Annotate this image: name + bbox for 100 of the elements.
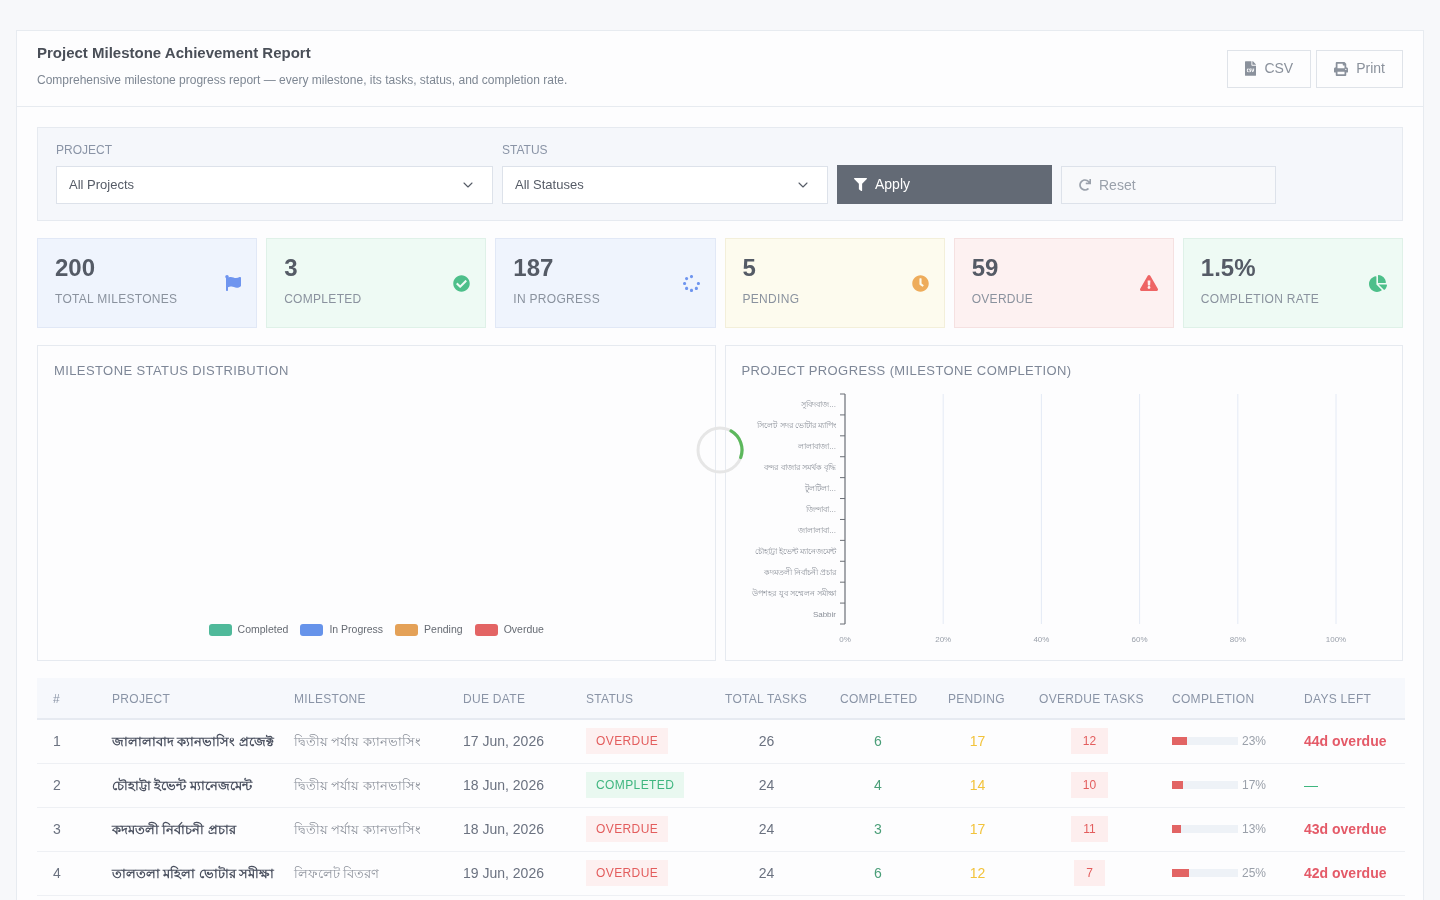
row-number: 2 xyxy=(53,777,61,793)
axis-label: লালাবাজা... xyxy=(797,442,836,452)
axis-label: জালালাবা... xyxy=(797,525,836,535)
milestone-name: দ্বিতীয় পর্যায় ক্যানভাসিং xyxy=(294,735,421,750)
print-button[interactable]: Print xyxy=(1316,49,1403,88)
days-left-text: 42d overdue xyxy=(1304,865,1387,881)
project-name: তালতলা মহিলা ভোটার সমীক্ষা xyxy=(112,867,275,881)
printer-icon xyxy=(1334,61,1349,76)
stat-label: IN PROGRESS xyxy=(513,292,600,306)
column-header: DAYS LEFT xyxy=(1304,692,1372,706)
legend-label: Completed xyxy=(237,622,289,638)
row-number: 1 xyxy=(53,733,61,750)
tick-label: 80% xyxy=(1229,635,1246,644)
chart-title: MILESTONE STATUS DISTRIBUTION xyxy=(54,362,290,379)
pending-count: 14 xyxy=(969,777,986,793)
milestone-name: লিফলেট বিতরণ xyxy=(294,867,380,881)
percent-text: 23% xyxy=(1242,733,1267,751)
column-header: PROJECT xyxy=(112,692,171,706)
tick-label: 100% xyxy=(1325,635,1346,644)
field-label: STATUS xyxy=(502,143,549,157)
pending-count: 17 xyxy=(969,821,986,837)
column-header: OVERDUE TASKS xyxy=(1039,692,1144,706)
refresh-icon xyxy=(1079,179,1091,191)
task-count: 24 xyxy=(758,821,775,837)
stat-value: 59 xyxy=(971,254,1000,282)
report-subtitle: Comprehensive milestone progress report — every milestone, its tasks, status, and completion rate. xyxy=(37,72,568,88)
axis-label: বন্দর বাজার সমর্থক বৃদ্ধি xyxy=(763,463,836,473)
status-badge: OVERDUE xyxy=(586,816,669,842)
field-label: PROJECT xyxy=(56,143,113,157)
tick-label: 40% xyxy=(1032,635,1049,644)
stat-value: 3 xyxy=(284,254,299,282)
column-header: COMPLETED xyxy=(840,692,918,706)
overdue-count-badge: 7 xyxy=(1074,860,1105,886)
chart-title: PROJECT PROGRESS (MILESTONE COMPLETION) xyxy=(741,362,1073,379)
legend-label: Pending xyxy=(424,622,463,638)
tick-label: 20% xyxy=(934,635,951,644)
axis-label: কদমতলী নির্বাচনী প্রচার xyxy=(763,567,836,577)
task-count: 24 xyxy=(758,865,775,881)
column-header: PENDING xyxy=(948,692,1005,706)
row-number: 3 xyxy=(53,821,61,837)
column-header: DUE DATE xyxy=(463,692,526,706)
percent-text: 13% xyxy=(1242,821,1267,838)
days-left-text: 44d overdue xyxy=(1304,733,1387,750)
column-header: STATUS xyxy=(586,692,634,706)
report-title: Project Milestone Achievement Report xyxy=(37,43,312,63)
legend-label: Overdue xyxy=(503,622,544,638)
row-number: 4 xyxy=(53,865,61,881)
column-header: TOTAL TASKS xyxy=(725,692,807,706)
percent-text: 25% xyxy=(1242,865,1267,882)
stat-value: 5 xyxy=(742,254,757,282)
stat-label: OVERDUE xyxy=(971,292,1034,306)
stat-label: PENDING xyxy=(742,292,800,306)
due-date: 18 Jun, 2026 xyxy=(463,821,544,837)
pending-count: 17 xyxy=(969,733,986,750)
task-count: 26 xyxy=(758,733,775,750)
stat-value: 200 xyxy=(55,254,97,282)
completed-count: 6 xyxy=(874,865,882,881)
status-badge: OVERDUE xyxy=(586,860,669,886)
overdue-count-badge: 10 xyxy=(1070,772,1109,798)
stat-label: COMPLETION RATE xyxy=(1200,292,1320,306)
milestone-name: দ্বিতীয় পর্যায় ক্যানভাসিং xyxy=(294,823,421,837)
stat-label: TOTAL MILESTONES xyxy=(55,292,178,306)
tick-label: 60% xyxy=(1131,635,1148,644)
stat-value: 1.5% xyxy=(1200,254,1257,282)
legend-label: In Progress xyxy=(329,622,384,638)
days-left-text: 43d overdue xyxy=(1304,821,1387,837)
column-header: # xyxy=(53,692,60,706)
column-header: MILESTONE xyxy=(294,692,366,706)
csv-file-icon xyxy=(1245,61,1257,76)
csv-export-button[interactable]: CSV xyxy=(1227,49,1312,88)
due-date: 19 Jun, 2026 xyxy=(463,865,544,881)
axis-label: সুবিদবাজ... xyxy=(800,400,836,410)
stat-value: 187 xyxy=(513,254,555,282)
stat-label: COMPLETED xyxy=(284,292,362,306)
status-badge: COMPLETED xyxy=(586,772,685,798)
days-left-text: — xyxy=(1304,777,1318,793)
select-field[interactable]: All Projects xyxy=(56,166,493,204)
select-field[interactable]: All Statuses xyxy=(502,166,828,204)
tick-label: 0% xyxy=(838,635,851,644)
overdue-count-badge: 11 xyxy=(1071,816,1108,842)
filter-icon xyxy=(854,178,867,191)
project-name: জালালাবাদ ক্যানভাসিং প্রজেক্ট xyxy=(112,735,274,750)
milestone-name: দ্বিতীয় পর্যায় ক্যানভাসিং xyxy=(294,779,421,793)
completed-count: 3 xyxy=(874,821,882,837)
axis-label: Sabbir xyxy=(812,609,836,619)
percent-text: 17% xyxy=(1242,777,1267,794)
axis-label: উপশহর যুব সম্মেলন সমীক্ষা xyxy=(751,588,836,598)
task-count: 24 xyxy=(758,777,775,793)
pending-count: 12 xyxy=(969,865,986,881)
due-date: 18 Jun, 2026 xyxy=(463,777,544,793)
apply-button[interactable]: Apply xyxy=(837,165,1052,204)
status-badge: OVERDUE xyxy=(586,728,669,755)
axis-label: চৌহাট্টা ইভেন্ট ম্যানেজমেন্ট xyxy=(754,546,836,556)
completed-count: 6 xyxy=(874,733,882,750)
overdue-count-badge: 12 xyxy=(1070,728,1109,755)
axis-label: জিন্দাবা... xyxy=(805,505,836,514)
column-header: COMPLETION xyxy=(1172,692,1255,706)
project-name: কদমতলী নির্বাচনী প্রচার xyxy=(112,823,236,837)
axis-label: টুলটিলা... xyxy=(804,484,836,494)
due-date: 17 Jun, 2026 xyxy=(463,733,544,750)
